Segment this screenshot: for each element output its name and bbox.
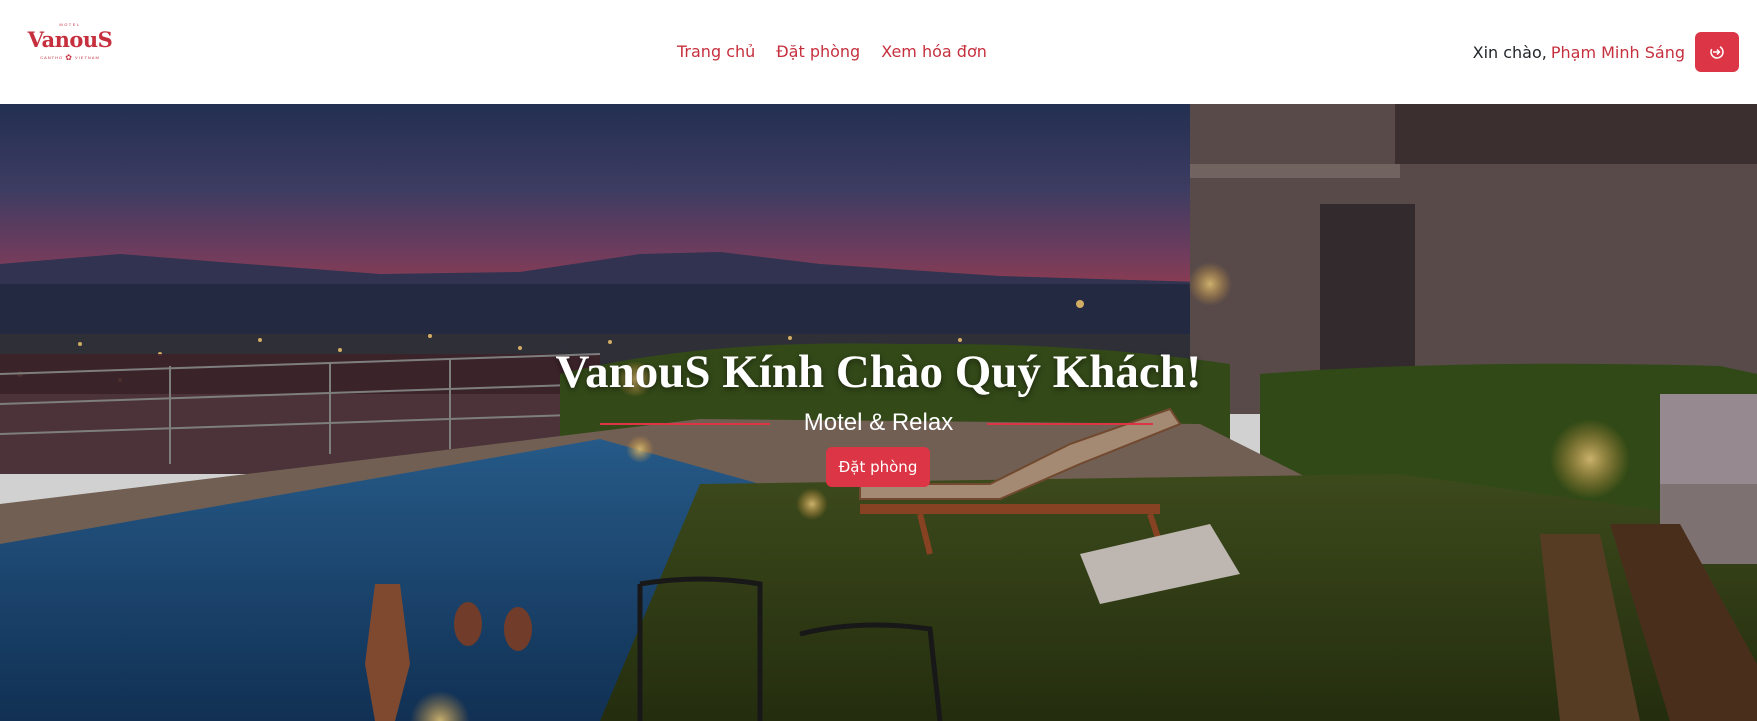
logo-name: VanouS <box>27 27 113 52</box>
main-nav: Trang chủ Đặt phòng Xem hóa đơn <box>677 40 987 64</box>
nav-link-booking[interactable]: Đặt phòng <box>776 40 860 64</box>
hero-banner: VanouS Kính Chào Quý Khách! Motel & Rela… <box>0 104 1757 721</box>
greeting-text: Xin chào, <box>1472 42 1547 62</box>
user-area: Xin chào, Phạm Minh Sáng <box>1473 32 1739 72</box>
hero-subtitle: Motel & Relax <box>803 409 954 436</box>
hero-book-button[interactable]: Đặt phòng <box>826 447 930 487</box>
nav-link-invoices[interactable]: Xem hóa đơn <box>881 40 987 64</box>
brand-logo[interactable]: MOTEL VanouS CANTHO ✿ VIETNAM <box>22 22 118 80</box>
hero-subtitle-row: Motel & Relax <box>0 406 1757 440</box>
flower-icon: ✿ <box>65 53 73 62</box>
logo-country: VIETNAM <box>75 55 100 61</box>
logout-icon <box>1710 45 1724 59</box>
user-name-link[interactable]: Phạm Minh Sáng <box>1551 43 1685 62</box>
nav-link-home[interactable]: Trang chủ <box>677 40 755 64</box>
logout-button[interactable] <box>1695 32 1739 72</box>
logo-bottom-text: CANTHO ✿ VIETNAM <box>22 52 118 64</box>
logo-city: CANTHO <box>40 55 64 61</box>
top-navbar: MOTEL VanouS CANTHO ✿ VIETNAM Trang chủ … <box>0 0 1757 104</box>
hero-title: VanouS Kính Chào Quý Khách! <box>555 346 1202 398</box>
divider-line-right <box>987 423 1153 425</box>
